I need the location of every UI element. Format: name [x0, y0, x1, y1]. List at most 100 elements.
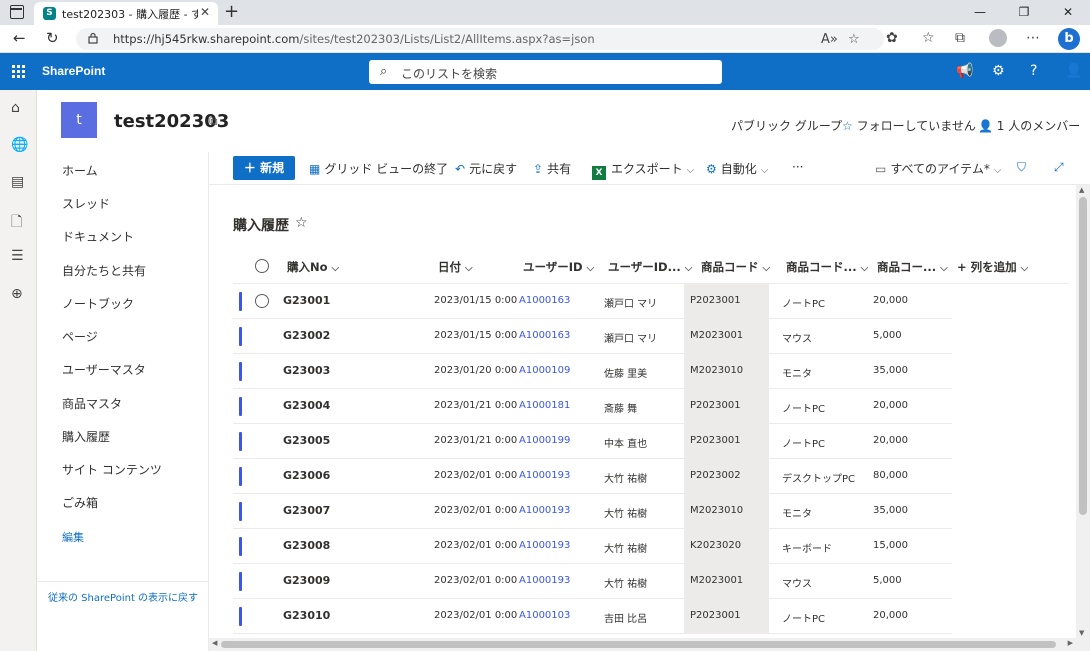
scroll-down-icon[interactable]: ▼	[1079, 629, 1084, 637]
table-row[interactable]: G23008 2023/02/01 0:00 A1000193 大竹 祐樹 K20230…	[233, 529, 952, 564]
browser-profile-avatar[interactable]	[989, 29, 1007, 47]
nav-item-recycle-bin[interactable]: ごみ箱	[62, 494, 98, 511]
news-icon[interactable]: ▤	[11, 174, 24, 190]
select-all-radio[interactable]	[255, 259, 269, 273]
globe-icon[interactable]: 🌐	[11, 137, 28, 153]
browser-tab[interactable]: S test202303 - 購入履歴 - すべての ✕	[34, 2, 218, 25]
cell-user-id[interactable]: A1000193	[519, 505, 570, 516]
column-header-user-id[interactable]: ユーザーID ⌵	[523, 259, 594, 275]
table-row[interactable]: G23010 2023/02/01 0:00 A1000103 吉田 比呂 P20230…	[233, 599, 952, 634]
table-row[interactable]: G23009 2023/02/01 0:00 A1000193 大竹 祐樹 M20230…	[233, 564, 952, 599]
new-item-button[interactable]: ＋ 新規	[233, 156, 295, 180]
document-icon[interactable]: 🗋	[11, 211, 22, 235]
url-field[interactable]: https://hj545rkw.sharepoint.com/sites/te…	[76, 28, 884, 50]
members-button[interactable]: 👤 1 人のメンバー	[978, 117, 1080, 134]
cell-user-id[interactable]: A1000193	[519, 540, 570, 551]
back-icon[interactable]: ←	[13, 29, 26, 47]
table-row[interactable]: G23006 2023/02/01 0:00 A1000193 大竹 祐樹 P20230…	[233, 459, 952, 494]
vertical-scroll-thumb[interactable]	[1079, 197, 1087, 515]
read-aloud-icon[interactable]: A»	[821, 32, 838, 47]
nav-item-home[interactable]: ホーム	[62, 162, 98, 179]
export-button[interactable]: X エクスポート ⌵	[592, 160, 694, 180]
nav-item-documents[interactable]: ドキュメント	[62, 228, 134, 245]
table-row[interactable]: G23005 2023/01/21 0:00 A1000199 中本 直也 P20230…	[233, 424, 952, 459]
expand-icon[interactable]: ⤢	[1054, 160, 1068, 175]
vertical-scrollbar[interactable]: ▲ ▼	[1076, 185, 1090, 638]
nav-item-notebook[interactable]: ノートブック	[62, 295, 134, 312]
automate-button[interactable]: ⚙ 自動化 ⌵	[706, 160, 768, 177]
automate-label: 自動化	[720, 162, 757, 176]
cell-user-id[interactable]: A1000163	[519, 295, 570, 306]
sharepoint-brand[interactable]: SharePoint	[42, 64, 105, 78]
add-favorite-icon[interactable]: ☆	[848, 32, 860, 47]
row-select-radio[interactable]	[255, 294, 269, 308]
nav-item-user-master[interactable]: ユーザーマスタ	[62, 361, 146, 378]
favorite-list-icon[interactable]: ☆	[295, 215, 308, 231]
table-row[interactable]: G23007 2023/02/01 0:00 A1000193 大竹 祐樹 M20230…	[233, 494, 952, 529]
column-header-user-name[interactable]: ユーザーID... ⌵	[608, 259, 692, 275]
help-icon[interactable]: ?	[1030, 63, 1037, 79]
tab-close-icon[interactable]: ✕	[200, 5, 210, 19]
column-header-date[interactable]: 日付 ⌵	[438, 259, 473, 275]
column-header-purchase-no[interactable]: 購入No ⌵	[287, 259, 339, 275]
create-icon[interactable]: ⊕	[11, 286, 23, 302]
filter-icon[interactable]: ⛉	[1017, 160, 1030, 175]
cell-user-id[interactable]: A1000193	[519, 470, 570, 481]
scroll-right-icon[interactable]: ▶	[1068, 639, 1073, 647]
column-header-price[interactable]: 商品コー... ⌵	[877, 259, 948, 275]
cell-user-id[interactable]: A1000103	[519, 610, 570, 621]
undo-button[interactable]: ↶ 元に戻す	[455, 160, 517, 177]
horizontal-scrollbar[interactable]: ◀ ▶	[209, 638, 1090, 651]
exit-grid-view-button[interactable]: ▦ グリッド ビューの終了	[309, 160, 448, 177]
refresh-icon[interactable]: ↻	[46, 29, 59, 47]
table-row[interactable]: G23003 2023/01/20 0:00 A1000109 佐藤 里美 M20230…	[233, 354, 952, 389]
teams-icon[interactable]: ⧉	[209, 114, 218, 129]
nav-item-product-master[interactable]: 商品マスタ	[62, 395, 122, 412]
table-row[interactable]: G23001 2023/01/15 0:00 A1000163 瀬戸口 マリ P2023…	[233, 284, 952, 319]
list-search-box[interactable]: ⌕ このリストを検索	[369, 60, 722, 84]
site-logo[interactable]: t	[61, 102, 97, 138]
cell-user-id[interactable]: A1000163	[519, 330, 570, 341]
extensions-icon[interactable]: ✿	[886, 30, 898, 46]
horizontal-scroll-thumb[interactable]	[221, 641, 1056, 648]
scroll-left-icon[interactable]: ◀	[212, 639, 217, 647]
view-selector[interactable]: ▭ すべてのアイテム* ⌵	[875, 160, 1001, 177]
tab-actions-icon[interactable]	[10, 5, 24, 19]
cell-user-id[interactable]: A1000109	[519, 365, 570, 376]
nav-item-threads[interactable]: スレッド	[62, 195, 110, 212]
nav-item-pages[interactable]: ページ	[62, 328, 98, 345]
column-header-product-code[interactable]: 商品コード ⌵	[701, 259, 770, 275]
add-column-button[interactable]: + 列を追加 ⌵	[957, 259, 1028, 275]
cell-user-id[interactable]: A1000193	[519, 575, 570, 586]
minimize-icon[interactable]: —	[958, 0, 1002, 25]
app-launcher-icon[interactable]	[12, 65, 25, 78]
lists-icon[interactable]: ☰	[11, 248, 24, 264]
nav-edit-link[interactable]: 編集	[62, 529, 84, 545]
bing-chat-icon[interactable]: b	[1058, 28, 1080, 50]
more-menu-icon[interactable]: ⋯	[1026, 30, 1040, 46]
close-window-icon[interactable]: ✕	[1046, 0, 1090, 25]
cell-date: 2023/02/01 0:00	[434, 505, 518, 516]
table-row[interactable]: G23004 2023/01/21 0:00 A1000181 斎藤 舞 P202300…	[233, 389, 952, 424]
more-commands-button[interactable]: ···	[792, 160, 803, 174]
nav-item-purchase-history[interactable]: 購入履歴	[62, 428, 110, 445]
favorites-icon[interactable]: ☆	[922, 30, 935, 46]
megaphone-icon[interactable]: 📢	[956, 63, 973, 79]
classic-view-link[interactable]: 従来の SharePoint の表示に戻す	[48, 589, 198, 604]
collections-icon[interactable]: ⧉	[955, 30, 965, 46]
nav-item-site-contents[interactable]: サイト コンテンツ	[62, 461, 162, 478]
follow-button[interactable]: ☆ フォローしていません	[842, 117, 976, 134]
new-tab-icon[interactable]: +	[224, 1, 239, 22]
restore-icon[interactable]: ❐	[1002, 0, 1046, 25]
share-button[interactable]: ⇪ 共有	[533, 160, 571, 177]
cell-product-code: P2023001	[684, 424, 769, 458]
nav-item-shared[interactable]: 自分たちと共有	[62, 262, 146, 279]
cell-user-id[interactable]: A1000199	[519, 435, 570, 446]
column-header-product-name[interactable]: 商品コード... ⌵	[786, 259, 868, 275]
home-icon[interactable]: ⌂	[11, 100, 20, 116]
cell-user-id[interactable]: A1000181	[519, 400, 570, 411]
scroll-up-icon[interactable]: ▲	[1079, 186, 1084, 194]
account-icon[interactable]: 👤	[1065, 63, 1082, 79]
gear-icon[interactable]: ⚙	[992, 63, 1005, 79]
table-row[interactable]: G23002 2023/01/15 0:00 A1000163 瀬戸口 マリ M2023…	[233, 319, 952, 354]
